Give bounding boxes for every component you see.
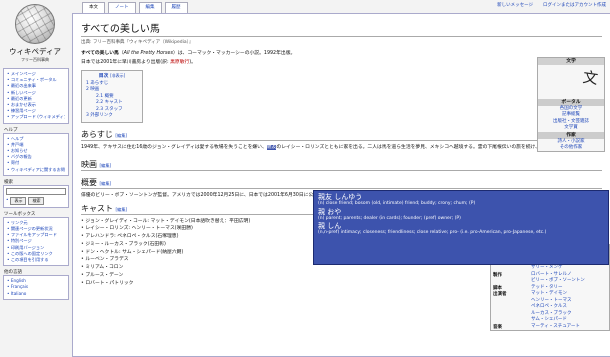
- messages-link[interactable]: 新しいメッセージ: [497, 2, 533, 8]
- intro-paragraph-2: 日本では2001年に早川書房より出版(訳: 黒原敏行)。: [81, 59, 602, 66]
- toc-heading: 目次: [98, 74, 109, 79]
- infobox-row: 出演者 マット・デイモン ヘンリー・トーマス ペネロペ・クルス ルーカス・ブラッ…: [491, 291, 609, 324]
- search-input[interactable]: [6, 187, 66, 195]
- literature-portal-box: 文学 文 ポータル 各国の文学 記事総覧 出版社・文芸雑誌 文学賞 作家 詩人・…: [537, 57, 605, 153]
- intro-text: ）は、コーマック・マッカーシーの小説。1992年出版。: [172, 51, 296, 56]
- edit-link[interactable]: [編集]: [115, 133, 127, 138]
- tab-edit[interactable]: 編集: [138, 2, 162, 13]
- translator-link[interactable]: 黒原敏行: [170, 60, 189, 65]
- synopsis-title: あらすじ: [81, 129, 113, 139]
- edit-link[interactable]: [編集]: [100, 181, 112, 186]
- source-line: 出典: フリー百科事典『ウィキペディア（Wikipedia）』: [81, 40, 194, 45]
- tab-article[interactable]: 本文: [82, 2, 105, 13]
- overview-title: 概要: [81, 177, 97, 187]
- search-portlet: 検索 表示 検索: [3, 179, 69, 208]
- help-portlet: ヘルプ ヘルプ 井戸端 お知らせ バグの報告 寄付 ウィキペディアに関するお問い…: [3, 127, 69, 176]
- film-title: 映画: [81, 159, 97, 169]
- sidebar: メインページ コミュニティ・ポータル 最近の出来事 新しいページ 最近の更新 お…: [0, 68, 72, 303]
- intro-english-title: All the Pretty Horses: [123, 51, 173, 56]
- portal-heading[interactable]: ポータル: [538, 99, 604, 106]
- popup-definition: (n,n-pref) intimacy; closeness; friendli…: [318, 230, 547, 235]
- site-logo[interactable]: ウィキペディア フリー百科事典: [2, 4, 68, 64]
- infobox-value[interactable]: マーティ・スチュアート: [531, 324, 609, 331]
- sidebar-item-lang-italian[interactable]: Italiano: [7, 291, 65, 297]
- page-title: すべての美しい馬: [81, 20, 602, 37]
- cast-title: キャスト: [81, 203, 113, 213]
- calligraphy-glyph: 文: [581, 68, 600, 88]
- popup-entry: 親 おや: [318, 207, 342, 216]
- synopsis-paragraph: 1949年、テキサスに住む16歳のジョン・グレイディは愛する牧場を失うことを嫌い…: [81, 144, 601, 151]
- popup-entry: 親 しん: [318, 222, 342, 230]
- intro-paragraph: すべての美しい馬（All the Pretty Horses）は、コーマック・マ…: [81, 51, 296, 56]
- infobox-key: 製作: [493, 272, 502, 278]
- overview-heading: 概要 [編集]: [81, 177, 602, 189]
- toc-hide-toggle[interactable]: [非表示]: [110, 73, 125, 78]
- go-button[interactable]: 表示: [10, 196, 27, 205]
- edit-link[interactable]: [編集]: [100, 163, 112, 168]
- search-button[interactable]: 検索: [28, 196, 45, 205]
- page-tabs: 本文 ノート 編集 履歴: [82, 2, 188, 13]
- tab-history[interactable]: 履歴: [164, 2, 188, 13]
- intro2-text: 日本では2001年に早川書房より出版(訳:: [81, 60, 171, 65]
- login-link[interactable]: ログインまたはアカウント作成: [543, 2, 606, 8]
- puzzle-globe-icon: [15, 4, 55, 44]
- authors-heading: 作家: [538, 131, 604, 139]
- logo-subtitle: フリー百科事典: [21, 57, 49, 62]
- table-of-contents: 目次 [非表示] 1 あらすじ 2 映画 2.1 概要 2.2 キャスト 2.3…: [81, 70, 143, 123]
- edit-link[interactable]: [編集]: [116, 207, 128, 212]
- infobox-row: 製作 ロバート・サレルノ ビリー・ボブ・ソーントン: [491, 272, 609, 285]
- popup-entry: 親友 しんゆう: [318, 193, 363, 201]
- sidebar-item-cite[interactable]: この項目を引用する: [7, 257, 65, 263]
- logo-title: ウィキペディア: [9, 47, 61, 56]
- intro2-end: )。: [189, 60, 196, 65]
- personal-toolbar: 新しいメッセージ ログインまたはアカウント作成: [497, 0, 606, 10]
- languages-portlet: 他の言語 English Français Italiano: [3, 269, 69, 300]
- dictionary-popup: 親友 しんゆう (n) close friend; bosom (old, in…: [313, 190, 609, 265]
- toolbox-portlet: ツールボックス リンク元 関連ページの更新状況 ファイルをアップロード 特別ペー…: [3, 211, 69, 267]
- intro-bold: すべての美しい馬: [81, 51, 119, 56]
- tab-talk[interactable]: ノート: [108, 2, 136, 13]
- infobox-key: 音楽: [493, 324, 502, 330]
- highlighted-word[interactable]: 親友: [266, 144, 277, 150]
- synopsis-heading: あらすじ [編集]: [81, 129, 602, 141]
- sidebar-item-contact[interactable]: ウィキペディアに関するお問い合わせ: [7, 167, 65, 173]
- portal-box-heading: 文学: [538, 58, 604, 65]
- film-heading: 映画 [編集]: [81, 159, 602, 171]
- sidebar-item-upload[interactable]: アップロード (ウィキメディア・コモンズ): [7, 114, 65, 120]
- infobox-key: 出演者: [493, 292, 507, 297]
- toc-title: 目次 [非表示]: [86, 73, 138, 81]
- infobox-row: 音楽 マーティ・スチュアート: [491, 324, 609, 331]
- synopsis-text: 1949年、テキサスに住む16歳のジョン・グレイディは愛する牧場を失うことを嫌い…: [81, 144, 267, 150]
- toc-item[interactable]: 3 外部リンク: [86, 113, 138, 120]
- calligraphy-image: 文: [538, 65, 604, 99]
- portal-link[interactable]: その他作家: [538, 145, 604, 151]
- navigation-portlet: メインページ コミュニティ・ポータル 最近の出来事 新しいページ 最近の更新 お…: [3, 68, 69, 124]
